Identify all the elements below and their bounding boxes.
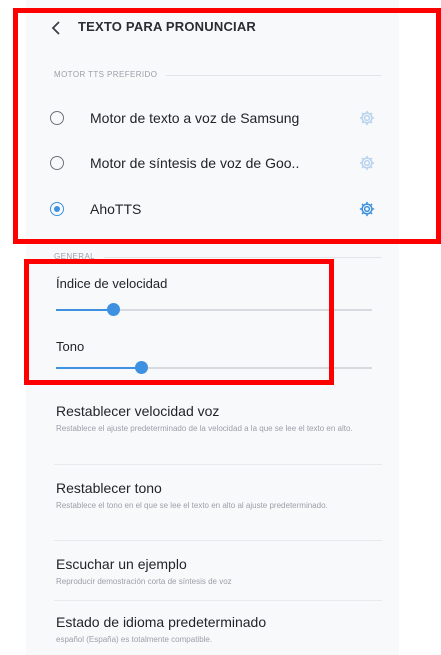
- speech-rate-slider[interactable]: [56, 302, 372, 318]
- chevron-left-icon: [51, 21, 60, 35]
- setting-subtitle: español (España) es totalmente compatibl…: [56, 635, 213, 644]
- back-button[interactable]: [46, 18, 66, 38]
- gear-icon[interactable]: [358, 200, 376, 218]
- list-divider: [54, 540, 382, 541]
- setting-title: Escuchar un ejemplo: [56, 556, 187, 572]
- app-header: TEXTO PARA PRONUNCIAR: [26, 0, 399, 52]
- list-divider: [54, 464, 382, 465]
- slider-fill: [56, 367, 142, 369]
- listen-example-item[interactable]: Escuchar un ejemplo Reproducir demostrac…: [26, 556, 399, 596]
- engine-option-ahotts[interactable]: AhoTTS: [26, 191, 399, 231]
- reset-pitch-item[interactable]: Restablecer tono Restablece el tono en e…: [26, 480, 399, 535]
- section-divider: [166, 75, 382, 76]
- engine-label: AhoTTS: [90, 201, 142, 217]
- setting-title: Estado de idioma predeterminado: [56, 614, 267, 630]
- engine-option-google[interactable]: Motor de síntesis de voz de Goo..: [26, 145, 399, 185]
- slider-thumb[interactable]: [106, 303, 120, 316]
- slider-thumb[interactable]: [135, 361, 149, 374]
- radio-button[interactable]: [50, 156, 64, 170]
- setting-title: Restablecer tono: [56, 480, 162, 496]
- list-divider: [54, 600, 382, 601]
- engine-option-samsung[interactable]: Motor de texto a voz de Samsung: [26, 100, 399, 140]
- slider-fill: [56, 309, 113, 311]
- section-label-engine: MOTOR TTS PREFERIDO: [54, 70, 158, 79]
- section-label-general: GENERAL: [54, 252, 96, 261]
- radio-button[interactable]: [50, 111, 64, 125]
- tts-settings-screen: TEXTO PARA PRONUNCIAR MOTOR TTS PREFERID…: [26, 0, 399, 655]
- setting-title: Restablecer velocidad voz: [56, 403, 220, 419]
- pitch-label: Tono: [56, 339, 85, 354]
- section-divider: [104, 257, 382, 258]
- engine-label: Motor de texto a voz de Samsung: [90, 110, 300, 126]
- pitch-slider[interactable]: [56, 360, 372, 376]
- speech-rate-label: Índice de velocidad: [56, 276, 168, 291]
- gear-icon[interactable]: [358, 109, 376, 127]
- setting-subtitle: Restablece el ajuste predeterminado de l…: [56, 424, 353, 433]
- setting-subtitle: Restablece el tono en el que se lee el t…: [56, 501, 328, 510]
- reset-speech-rate-item[interactable]: Restablecer velocidad voz Restablece el …: [26, 403, 399, 458]
- setting-subtitle: Reproducir demostración corta de síntesi…: [56, 577, 232, 586]
- gear-icon[interactable]: [358, 154, 376, 172]
- engine-label: Motor de síntesis de voz de Goo..: [90, 155, 300, 171]
- default-language-status-item[interactable]: Estado de idioma predeterminado español …: [26, 614, 399, 654]
- radio-button-selected[interactable]: [50, 202, 64, 216]
- page-title: TEXTO PARA PRONUNCIAR: [78, 19, 257, 34]
